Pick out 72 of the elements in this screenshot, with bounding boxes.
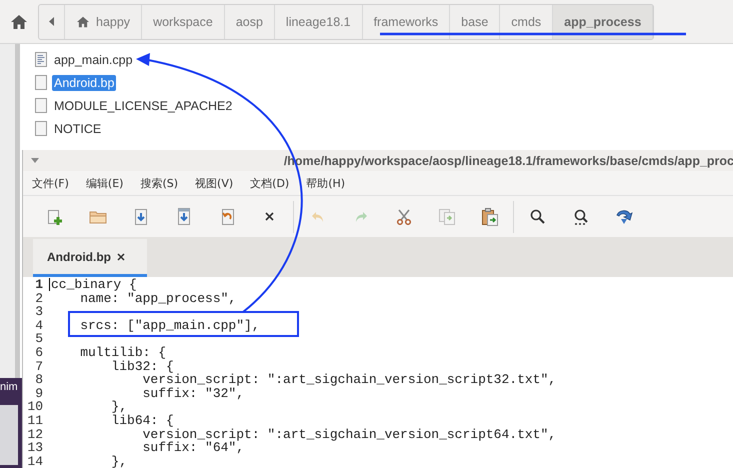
line-number: 7 (34, 360, 44, 374)
path-segment[interactable]: happy (65, 4, 142, 38)
code-line: suffix: "32", (142, 386, 244, 400)
path-segment[interactable]: base (450, 4, 500, 38)
code-line: name: "app_process", (80, 292, 236, 306)
revert-icon (220, 208, 234, 224)
close-icon[interactable] (116, 252, 125, 260)
search-icon (530, 209, 545, 224)
code-line: version_script: ":art_sigchain_version_script64.txt", (142, 428, 556, 442)
path-segment[interactable]: frameworks (362, 4, 450, 38)
path-segment[interactable]: app_process (553, 4, 654, 38)
code-line: lib32: { (110, 360, 174, 374)
paste-icon (482, 208, 498, 226)
code-line: multilib: { (79, 346, 166, 360)
copy-icon (438, 208, 454, 224)
code-line: version_script: ":art_sigchain_version_script32.txt", (142, 373, 556, 387)
menu-item[interactable]: 文档(D) (245, 172, 296, 194)
new-file-icon (46, 208, 62, 224)
download-icon (134, 208, 146, 224)
menu-item[interactable]: 编辑(E) (80, 172, 130, 194)
file-icon (35, 121, 47, 136)
file-name[interactable]: app_main.cpp (52, 52, 135, 68)
scrollbar[interactable] (15, 44, 20, 378)
line-number: 14 (26, 454, 44, 468)
code-line: lib64: { (110, 414, 174, 428)
code-line: srcs: ["app_main.cpp"], (79, 318, 260, 332)
line-number: 8 (34, 373, 44, 387)
code-line: }, (110, 400, 128, 414)
close-icon (265, 212, 274, 221)
path-segment[interactable]: lineage18.1 (274, 4, 363, 38)
window-text: nim (0, 380, 19, 393)
file-name[interactable]: Android.bp (52, 74, 116, 90)
tab-label[interactable]: Android.bp (47, 250, 111, 264)
code-line: cc_binary { (51, 278, 137, 292)
menu-item[interactable]: 搜索(S) (135, 172, 184, 194)
redo-icon (354, 210, 368, 222)
home-icon (76, 16, 90, 28)
line-number: 9 (34, 386, 44, 400)
file-icon (35, 98, 47, 113)
path-segment[interactable]: workspace (142, 4, 225, 38)
line-number: 10 (26, 400, 44, 414)
text-cursor (49, 278, 50, 292)
line-number: 6 (34, 346, 44, 360)
search-next-icon (572, 208, 588, 224)
menu-item[interactable]: 视图(V) (190, 172, 240, 194)
scissors-icon (396, 208, 412, 224)
download-icon (178, 208, 190, 225)
code-line: suffix: "64", (142, 441, 244, 455)
code-line: }, (110, 454, 128, 468)
file-icon (35, 75, 47, 90)
home-icon[interactable] (10, 14, 28, 30)
line-number: 5 (34, 332, 44, 346)
line-number: 13 (26, 441, 44, 455)
window-menu-icon[interactable] (31, 158, 39, 163)
folder-icon (88, 210, 106, 224)
line-number: 12 (26, 428, 44, 442)
thumbnail-placeholder (0, 405, 18, 465)
jump-arrow-icon (614, 208, 632, 224)
menu-item[interactable]: 帮助(H) (301, 172, 352, 194)
menu-item[interactable]: 文件(F) (27, 172, 75, 194)
line-number: 2 (34, 292, 44, 306)
undo-icon (310, 210, 324, 222)
text-file-icon (35, 52, 47, 67)
back-arrow-icon (48, 17, 54, 26)
file-name[interactable]: NOTICE (52, 120, 104, 136)
line-number: 3 (34, 305, 44, 319)
line-number: 1 (34, 278, 44, 292)
line-number: 4 (34, 318, 44, 332)
line-number: 11 (26, 414, 44, 428)
file-name[interactable]: MODULE_LICENSE_APACHE2 (52, 98, 234, 114)
path-segment[interactable]: aosp (224, 4, 275, 38)
document-tab[interactable]: Android.bp (33, 239, 147, 277)
